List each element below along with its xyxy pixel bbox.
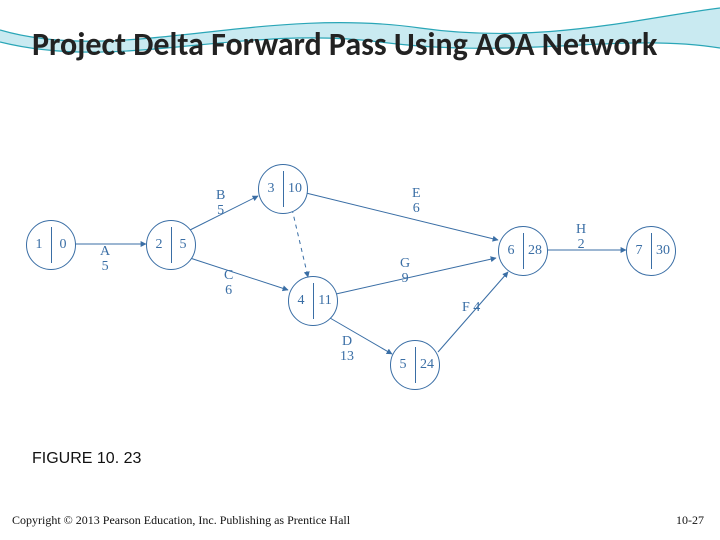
node-2: 2 5 [146,220,196,270]
slide-number: 10-27 [676,513,704,528]
node-value: 24 [415,357,439,373]
node-id: 4 [289,293,313,309]
node-value: 0 [51,237,75,253]
activity-duration: 2 [578,237,585,252]
node-4: 4 11 [288,276,338,326]
activity-F: F 4 [462,300,480,315]
activity-name: A [100,244,110,259]
node-3: 3 10 [258,164,308,214]
activity-D: D 13 [340,334,354,365]
activity-duration: 6 [225,283,232,298]
activity-name: D [342,334,352,349]
copyright-text: Copyright © 2013 Pearson Education, Inc.… [12,513,350,528]
activity-duration: 9 [402,271,409,286]
node-value: 28 [523,243,547,259]
activity-name: B [216,188,225,203]
activity-C: C 6 [224,268,233,299]
activity-B: B 5 [216,188,225,219]
node-id: 7 [627,243,651,259]
node-7: 7 30 [626,226,676,276]
activity-name: C [224,268,233,283]
node-id: 3 [259,181,283,197]
activity-name: H [576,222,586,237]
node-value: 5 [171,237,195,253]
activity-duration: 5 [102,259,109,274]
activity-H: H 2 [576,222,586,253]
activity-G: G 9 [400,256,410,287]
node-id: 5 [391,357,415,373]
activity-duration: 13 [340,349,354,364]
aoa-network-diagram: 1 0 2 5 3 10 4 11 5 24 6 28 7 30 A 5 B 5 [20,160,700,410]
activity-duration: 5 [217,203,224,218]
activity-A: A 5 [100,244,110,275]
activity-duration: 6 [413,201,420,216]
activity-duration: 4 [473,300,480,315]
activity-name: F [462,300,470,315]
activity-name: E [412,186,421,201]
node-value: 30 [651,243,675,259]
node-id: 6 [499,243,523,259]
node-id: 1 [27,237,51,253]
node-value: 10 [283,181,307,197]
node-value: 11 [313,293,337,309]
activity-E: E 6 [412,186,421,217]
slide-title: Project Delta Forward Pass Using AOA Net… [32,28,700,62]
node-5: 5 24 [390,340,440,390]
node-1: 1 0 [26,220,76,270]
activity-name: G [400,256,410,271]
node-6: 6 28 [498,226,548,276]
figure-caption: FIGURE 10. 23 [32,450,141,468]
edges-svg [20,160,700,410]
node-id: 2 [147,237,171,253]
